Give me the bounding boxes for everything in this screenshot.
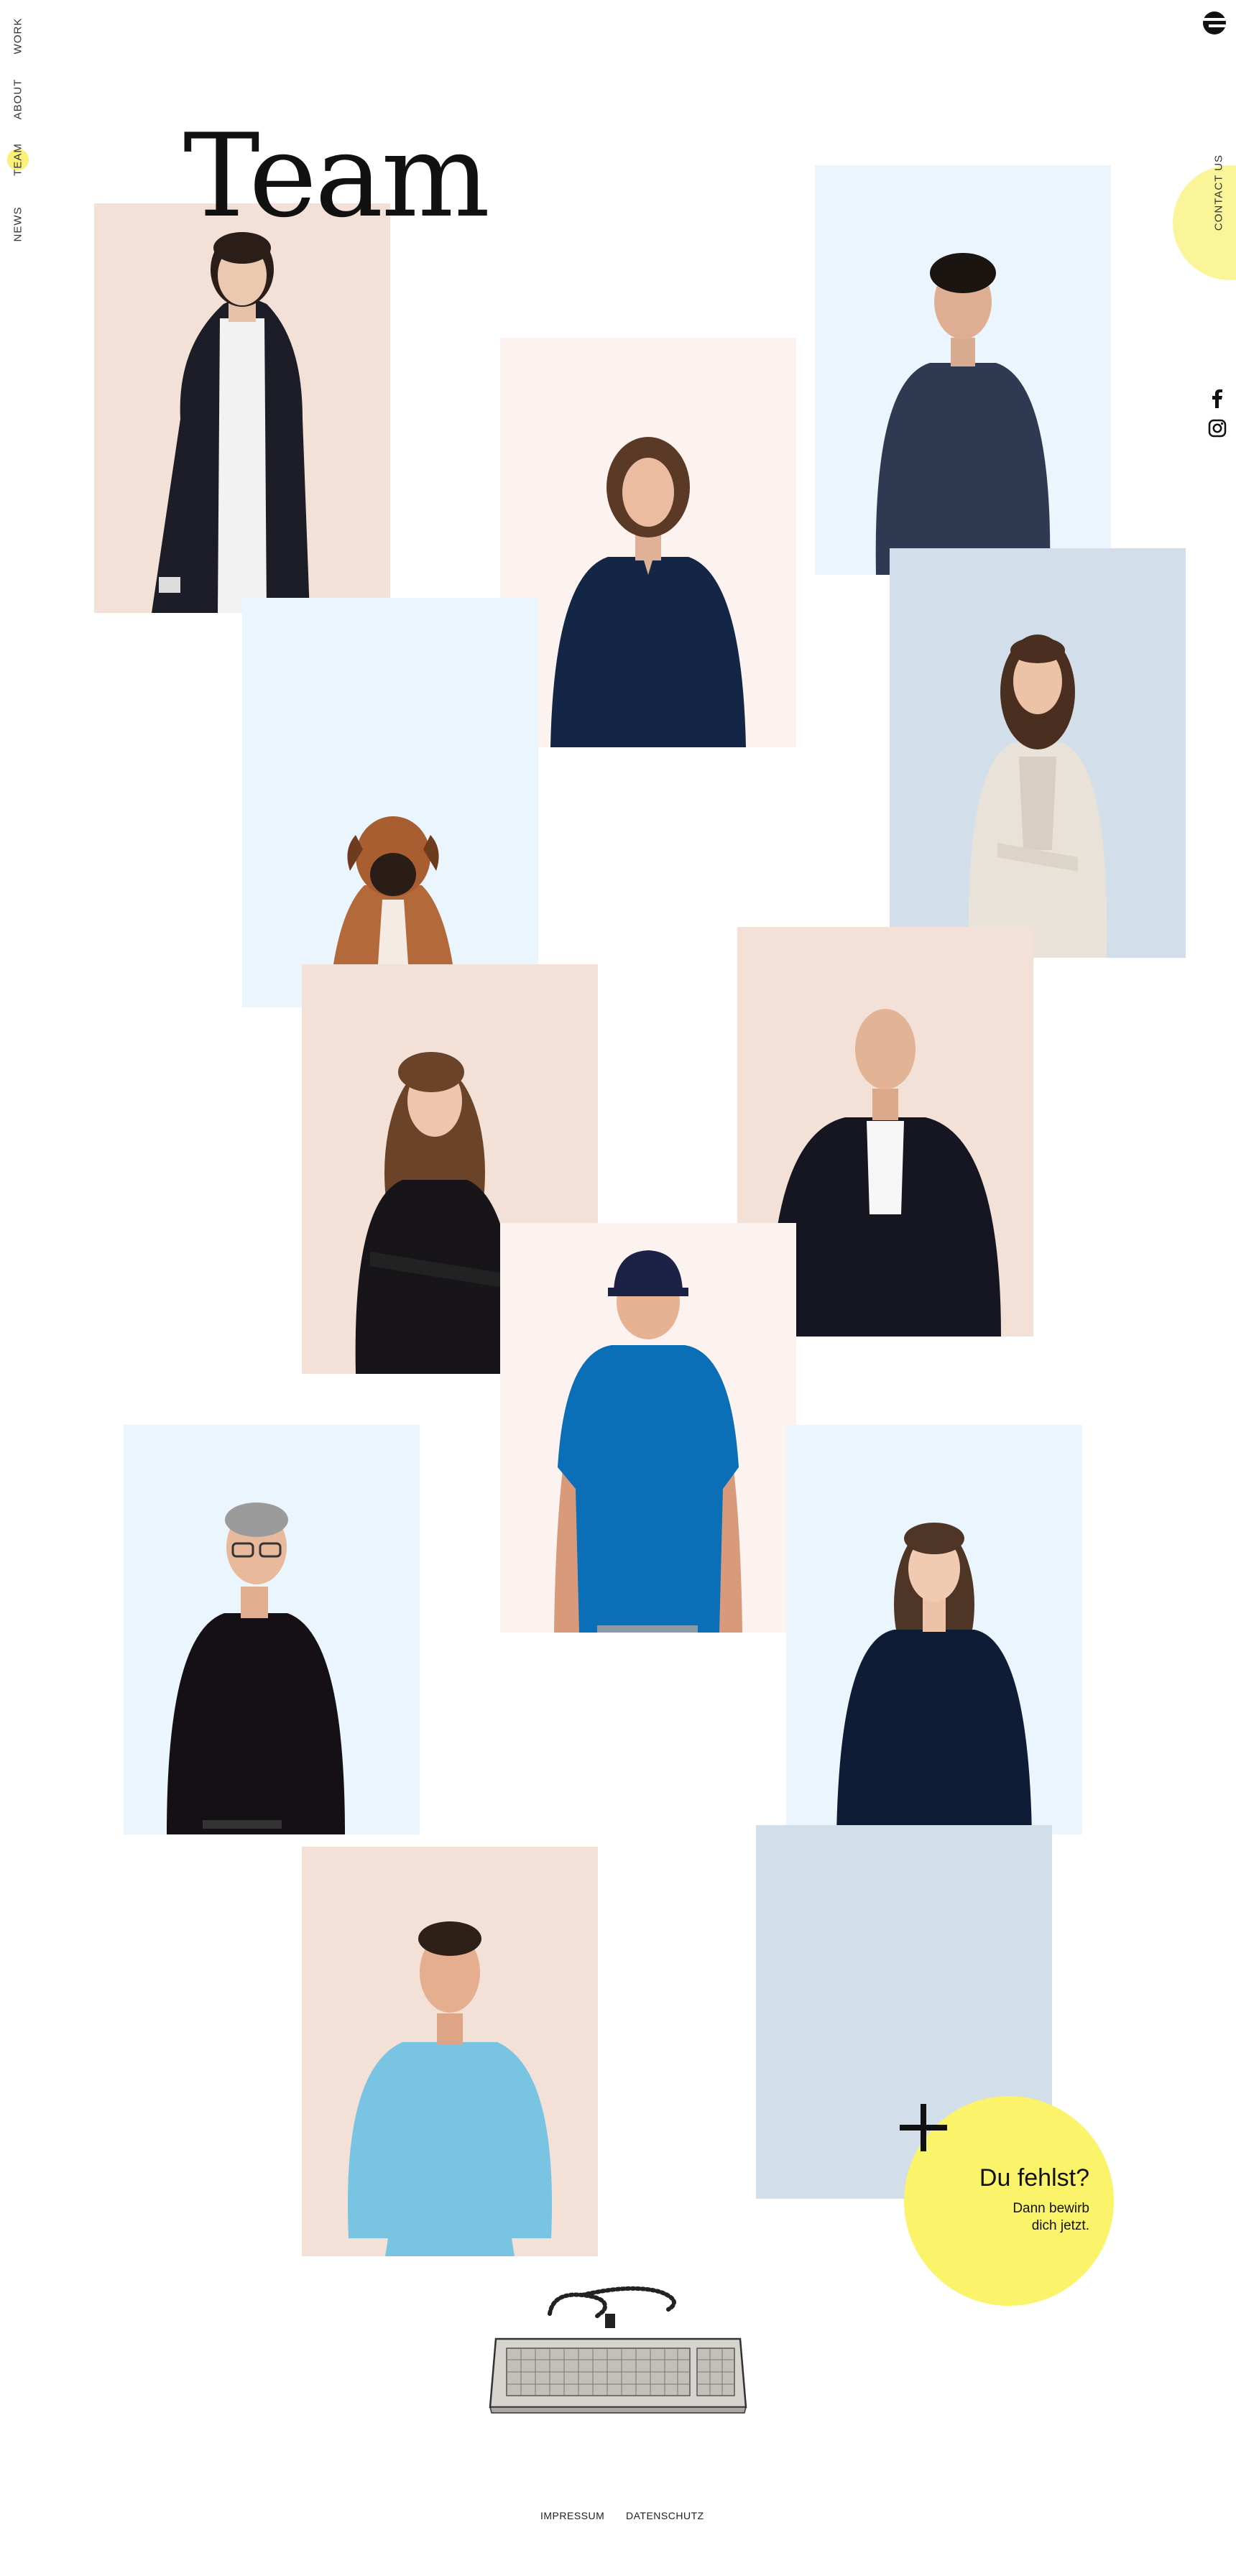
team-member-card[interactable] <box>815 165 1111 575</box>
portrait-woman-beige-blazer <box>968 634 1107 958</box>
nav-item-team[interactable]: TEAM <box>12 143 24 176</box>
portrait-man-cap-polo <box>554 1250 742 1633</box>
plus-icon[interactable] <box>900 2104 947 2151</box>
team-member-card[interactable] <box>124 1425 420 1834</box>
side-navigation: WORK ABOUT TEAM NEWS <box>0 0 36 287</box>
team-member-card[interactable] <box>500 1223 796 1633</box>
portrait-dog-boxer <box>328 816 458 1007</box>
portrait-woman-blazer <box>152 232 310 613</box>
portrait-woman-navy-shirt <box>836 1523 1032 1834</box>
team-member-card[interactable] <box>500 338 796 747</box>
instagram-icon[interactable] <box>1207 418 1227 438</box>
footer-link-impressum[interactable]: IMPRESSUM <box>540 2510 604 2521</box>
team-member-card[interactable] <box>890 548 1186 958</box>
cta-subtitle[interactable]: Dann bewirb dich jetzt. <box>956 2200 1089 2235</box>
team-member-card[interactable] <box>94 203 390 613</box>
page-title: Team <box>183 109 490 243</box>
nav-item-news[interactable]: NEWS <box>12 207 24 242</box>
portrait-woman-navy-blouse <box>550 437 746 747</box>
cta-line-1: Dann bewirb <box>1013 2201 1089 2216</box>
cta-line-2: dich jetzt. <box>1031 2218 1089 2233</box>
cta-title[interactable]: Du fehlst? <box>956 2164 1089 2192</box>
portrait-man-navy-sweater <box>875 253 1051 575</box>
team-member-card[interactable] <box>786 1425 1082 1834</box>
team-page: WORK ABOUT TEAM NEWS CONTACT US Team Du … <box>0 0 1236 2576</box>
keyboard-illustration <box>489 2286 747 2414</box>
contact-us-button[interactable] <box>1173 165 1236 280</box>
nav-item-work[interactable]: WORK <box>12 18 24 55</box>
portrait-man-glasses <box>167 1502 345 1834</box>
logo-icon[interactable] <box>1203 11 1226 34</box>
facebook-icon[interactable] <box>1207 389 1227 409</box>
contact-us-label[interactable]: CONTACT US <box>1213 154 1225 231</box>
footer-link-datenschutz[interactable]: DATENSCHUTZ <box>626 2510 704 2521</box>
nav-item-about[interactable]: ABOUT <box>12 79 24 120</box>
team-member-card[interactable] <box>242 598 538 1007</box>
portrait-man-light-blue-sweater <box>347 1921 553 2256</box>
team-member-card[interactable] <box>302 1847 598 2256</box>
